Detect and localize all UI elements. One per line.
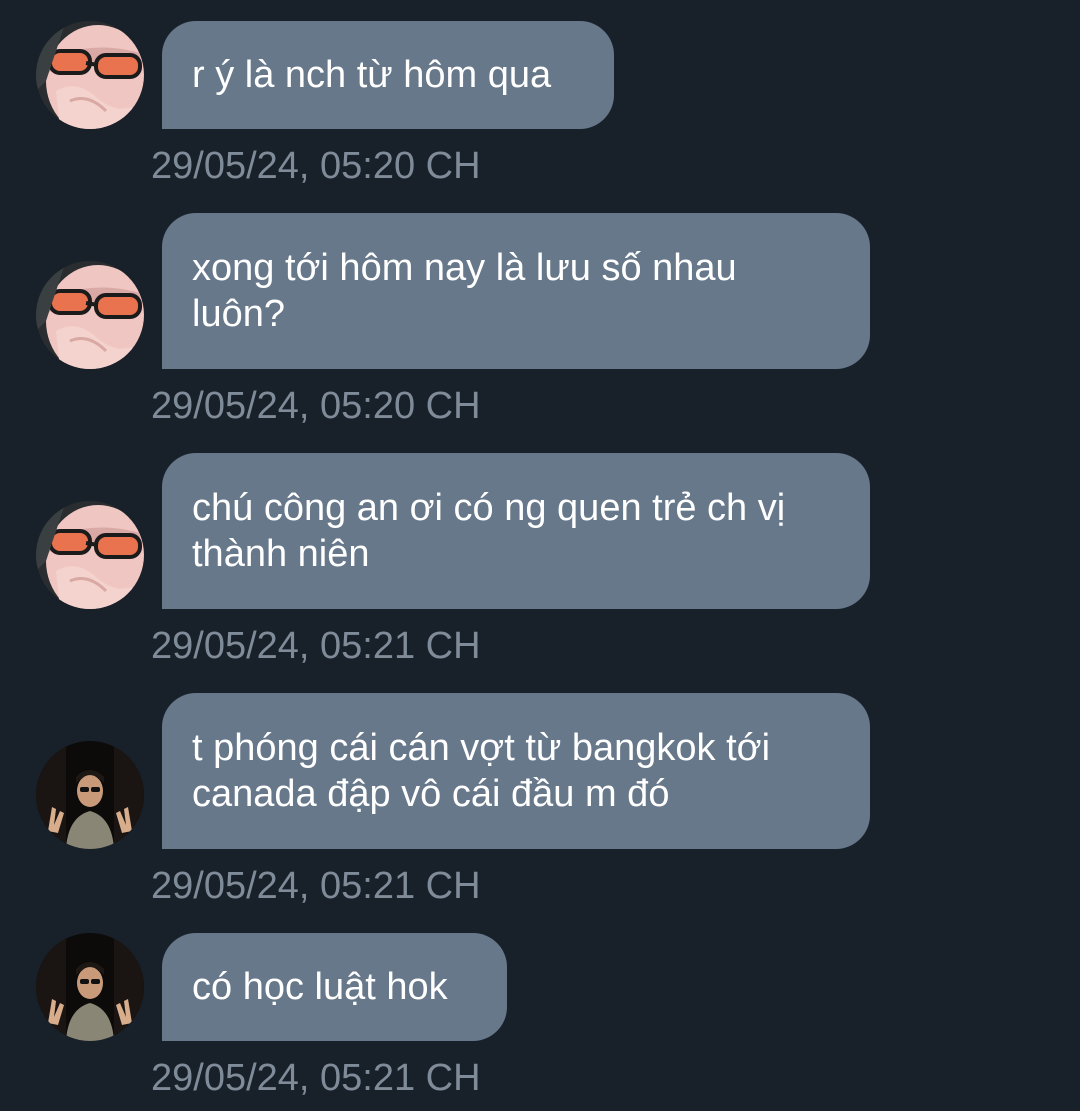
message-text: chú công an ơi có ng quen trẻ ch vị thàn… (192, 487, 786, 575)
message-bubble[interactable]: có học luật hok (162, 933, 507, 1041)
message-text: r ý là nch từ hôm qua (192, 54, 552, 96)
avatar-peace-sign-icon (36, 741, 144, 849)
message-timestamp: 29/05/24, 05:21 CH (151, 625, 481, 667)
message-bubble[interactable]: r ý là nch từ hôm qua (162, 21, 614, 129)
avatar-peace-sign-icon (36, 933, 144, 1041)
message-bubble[interactable]: xong tới hôm nay là lưu số nhau luôn? (162, 213, 870, 369)
sender-avatar-peace-sign[interactable] (36, 933, 144, 1041)
message-timestamp: 29/05/24, 05:20 CH (151, 145, 481, 187)
message-timestamp: 29/05/24, 05:21 CH (151, 1057, 481, 1099)
avatar-sunglasses-icon (36, 501, 144, 609)
message-timestamp: 29/05/24, 05:21 CH (151, 865, 481, 907)
message-bubble[interactable]: chú công an ơi có ng quen trẻ ch vị thàn… (162, 453, 870, 609)
sender-avatar-peace-sign[interactable] (36, 741, 144, 849)
message-text: t phóng cái cán vợt từ bangkok tới canad… (192, 727, 771, 815)
message-bubble[interactable]: t phóng cái cán vợt từ bangkok tới canad… (162, 693, 870, 849)
message-text: có học luật hok (192, 966, 448, 1008)
message-timestamp: 29/05/24, 05:20 CH (151, 385, 481, 427)
sender-avatar-sunglasses[interactable] (36, 501, 144, 609)
message-text: xong tới hôm nay là lưu số nhau luôn? (192, 247, 737, 335)
chat-thread: r ý là nch từ hôm qua 29/05/24, 05:20 CH… (0, 0, 1080, 1111)
sender-avatar-sunglasses[interactable] (36, 21, 144, 129)
avatar-sunglasses-icon (36, 21, 144, 129)
avatar-sunglasses-icon (36, 261, 144, 369)
sender-avatar-sunglasses[interactable] (36, 261, 144, 369)
